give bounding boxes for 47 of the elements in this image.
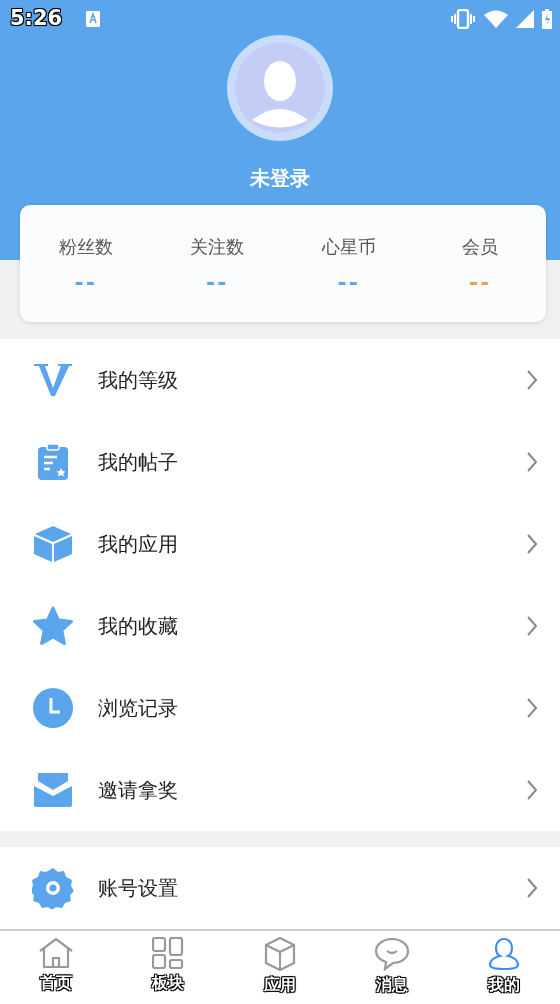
menu-item[interactable]: 账号设置: [0, 847, 560, 929]
tab-item[interactable]: 应用: [224, 931, 336, 1004]
keyboard-icon: [86, 11, 101, 27]
user-silhouette-icon: [235, 43, 325, 133]
signal-icon: [516, 10, 534, 28]
menu-item[interactable]: 我的帖子: [0, 421, 560, 503]
envelope-icon: [34, 773, 72, 807]
star-icon: [32, 606, 74, 646]
tab-item[interactable]: 我的: [448, 931, 560, 1004]
status-time: 5:26: [10, 5, 63, 33]
chevron-right-icon: [526, 533, 538, 555]
grid-icon: [152, 937, 184, 969]
cube-icon: [34, 526, 72, 562]
clipboard-icon: [38, 444, 68, 480]
vibrate-icon: [450, 9, 476, 29]
wifi-icon: [484, 10, 508, 28]
username: 未登录: [249, 165, 311, 192]
tab-item[interactable]: 首页: [0, 931, 112, 1004]
chevron-right-icon: [526, 779, 538, 801]
chevron-right-icon: [526, 615, 538, 637]
chevron-right-icon: [526, 369, 538, 391]
menu-item[interactable]: 邀请拿奖: [0, 749, 560, 831]
cube-icon: [264, 937, 296, 971]
stat-label: 心星币: [321, 235, 376, 259]
menu-item[interactable]: 浏览记录: [0, 667, 560, 749]
tab-item[interactable]: 板块: [112, 931, 224, 1004]
chevron-right-icon: [526, 451, 538, 473]
menu-item[interactable]: 我的收藏: [0, 585, 560, 667]
tab-item[interactable]: 消息: [336, 931, 448, 1004]
v-letter-icon: [34, 364, 72, 396]
menu-item[interactable]: 我的应用: [0, 503, 560, 585]
stat-value: --: [469, 272, 492, 294]
stat-value: --: [337, 272, 360, 294]
settings-icon: [32, 867, 74, 909]
stat-value: --: [206, 272, 229, 294]
battery-icon: [542, 9, 552, 29]
clock-icon: [33, 688, 73, 728]
chat-bubble-icon: [374, 937, 410, 971]
user-icon: [488, 937, 520, 971]
stat-value: --: [74, 272, 97, 294]
home-icon: [38, 937, 74, 969]
chevron-right-icon: [526, 877, 538, 899]
stat-label: 粉丝数: [58, 235, 113, 259]
stat-label: 关注数: [190, 235, 245, 259]
stat-label: 会员: [462, 235, 499, 259]
chevron-right-icon: [526, 697, 538, 719]
menu-item[interactable]: 我的等级: [0, 339, 560, 421]
